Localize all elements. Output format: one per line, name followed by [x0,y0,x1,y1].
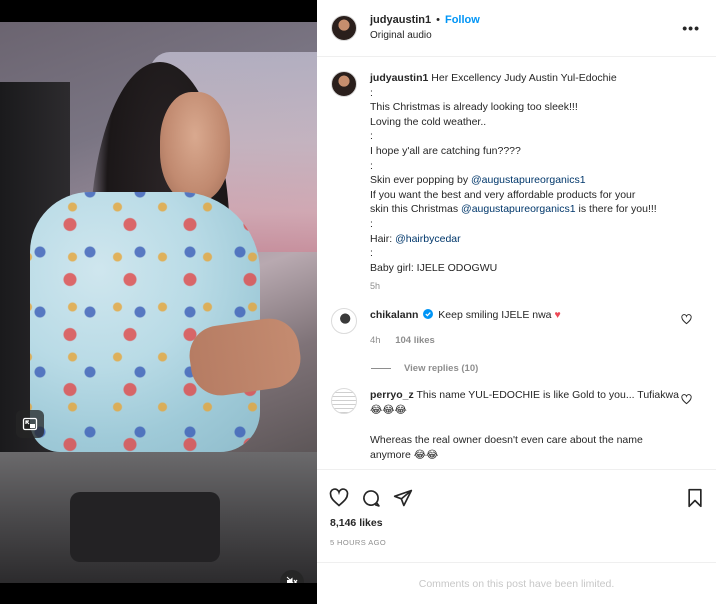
follow-button[interactable]: Follow [445,14,480,26]
post-caption: judyaustin1 Her Excellency Judy Austin Y… [331,71,702,294]
commenter-avatar[interactable] [331,307,357,334]
caption-line: : [370,247,373,260]
like-button[interactable] [329,488,349,508]
caption-line: Skin ever popping by [370,174,471,187]
comments-section[interactable]: judyaustin1 Her Excellency Judy Austin Y… [317,57,716,469]
caption-line: If you want the best and very affordable… [370,188,636,201]
mention-link[interactable]: @hairbycedar [395,233,461,245]
caption-line: : [370,159,373,172]
caption-line: : [370,86,373,99]
author-username[interactable]: judyaustin1 [370,14,431,26]
comment-button[interactable] [361,488,381,508]
verified-badge-icon [423,308,434,319]
bookmark-icon [688,488,702,508]
replies-divider [371,367,391,369]
caption-line: skin this Christmas [370,203,462,216]
comment-text-continued: Whereas the real owner doesn't even care… [370,433,643,462]
comment-bubble-icon [363,490,380,507]
caption-line: : [370,130,373,143]
caption-line: : [370,217,373,230]
likes-count[interactable]: 8,146 likes [317,517,716,529]
comment-time[interactable]: 4h [370,335,381,346]
separator-dot: • [436,14,440,26]
picture-in-picture-button[interactable] [16,410,44,438]
more-options-button[interactable]: ••• [682,20,700,36]
caption-timestamp[interactable]: 5h [370,279,690,294]
mention-link[interactable]: @augustapureorganics1 [471,174,586,186]
mention-link[interactable]: @augustapureorganics1 [461,203,576,215]
audio-label[interactable]: Original audio [370,28,480,43]
speaker-muted-icon [286,576,298,583]
footer-divider [317,562,716,563]
caption-username[interactable]: judyaustin1 [370,72,428,84]
car-console [0,452,317,583]
post-timestamp[interactable]: 5 HOURS AGO [317,538,716,547]
like-comment-button[interactable] [681,392,692,410]
commenter-avatar[interactable] [331,387,357,414]
person-face [160,92,230,202]
comment-item: perryo_z This name YUL-EDOCHIE is like G… [331,387,702,464]
red-heart-emoji: ♥ [554,308,561,321]
heart-outline-icon [681,394,692,405]
comment-text: This name YUL-EDOCHIE is like Gold to yo… [370,388,679,417]
caption-line: Hair: [370,232,396,245]
commenter-username[interactable]: chikalann [370,309,418,321]
caption-avatar[interactable] [331,71,357,97]
caption-line: Her Excellency Judy Austin Yul-Edochie [431,72,617,84]
view-replies-label: View replies (10) [404,362,479,374]
commenter-username[interactable]: perryo_z [370,389,414,401]
comment-text: Keep smiling IJELE nwa [438,308,552,321]
video-player[interactable] [0,22,317,583]
paper-plane-icon [393,489,413,507]
heart-outline-icon [681,314,692,325]
caption-line: This Christmas is already looking too sl… [370,101,578,114]
media-area [0,0,317,604]
comment-likes[interactable]: 104 likes [395,335,435,346]
view-replies-button[interactable]: View replies (10) [371,363,702,374]
author-avatar[interactable] [331,15,357,41]
caption-line: Loving the cold weather.. [370,115,487,128]
comments-limited-notice: Comments on this post have been limited. [418,578,615,590]
caption-line: I hope y'all are catching fun???? [370,144,521,157]
picture-in-picture-icon [22,417,38,431]
share-button[interactable] [393,488,413,508]
post-header: judyaustin1 • Follow Original audio ••• [317,0,716,57]
person-dress [30,192,260,452]
post-panel: judyaustin1 • Follow Original audio ••• ju… [317,0,716,604]
caption-line: Baby girl: IJELE ODOGWU [370,261,498,274]
comment-item: chikalann Keep smiling IJELE nwa ♥ 4h 10… [331,307,702,349]
like-comment-button[interactable] [681,312,692,330]
heart-icon [329,488,349,507]
save-button[interactable] [686,488,704,508]
caption-line: is there for you!!! [575,203,657,216]
